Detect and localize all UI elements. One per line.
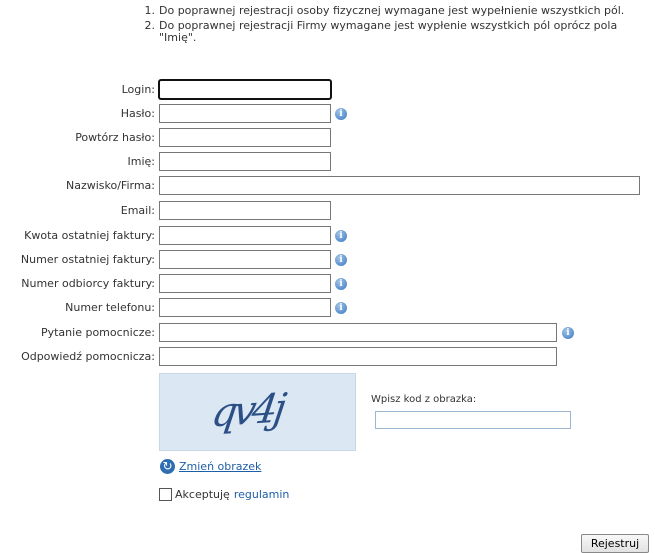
info-icon[interactable]: i xyxy=(335,278,347,290)
accept-text: Akceptuję xyxy=(175,488,230,501)
password-input[interactable] xyxy=(159,104,331,123)
last-name-company-input[interactable] xyxy=(159,176,640,195)
last-name-company-label: Nazwisko/Firma: xyxy=(65,179,155,192)
note-text: Do poprawnej rejestracji Firmy wymagane … xyxy=(159,19,618,44)
accept-checkbox[interactable] xyxy=(159,488,172,501)
refresh-icon[interactable]: ↻ xyxy=(160,459,175,474)
last-invoice-number-label: Numer ostatniej faktury: xyxy=(20,253,155,266)
captcha-input[interactable] xyxy=(375,411,571,429)
note-text: Do poprawnej rejestracji osoby fizycznej… xyxy=(159,4,625,17)
accept-terms: Akceptuję regulamin xyxy=(159,488,289,501)
password-label: Hasło: xyxy=(120,107,155,120)
password-repeat-input[interactable] xyxy=(159,128,331,147)
email-input[interactable] xyxy=(159,201,331,220)
password-repeat-label: Powtórz hasło: xyxy=(75,131,155,144)
captcha-image: qv4j xyxy=(159,373,356,451)
first-name-label: Imię: xyxy=(127,155,156,168)
note-item: 2. Do poprawnej rejestracji Firmy wymaga… xyxy=(137,20,652,44)
security-question-input[interactable] xyxy=(159,323,557,342)
captcha-prompt: Wpisz kod z obrazka: xyxy=(371,394,477,405)
change-image-link[interactable]: Zmień obrazek xyxy=(179,460,261,473)
login-label: Login: xyxy=(121,83,155,96)
login-label-wrap: Login: xyxy=(0,80,155,99)
terms-link[interactable]: regulamin xyxy=(234,488,290,501)
security-question-label: Pytanie pomocnicze: xyxy=(40,326,155,339)
login-input[interactable] xyxy=(159,80,331,99)
info-icon[interactable]: i xyxy=(335,230,347,242)
last-invoice-amount-input[interactable] xyxy=(159,226,331,245)
first-name-input[interactable] xyxy=(159,152,331,171)
change-image-control[interactable]: ↻ Zmień obrazek xyxy=(160,459,261,474)
note-item: 1. Do poprawnej rejestracji osoby fizycz… xyxy=(137,5,652,17)
registration-notes: 1. Do poprawnej rejestracji osoby fizycz… xyxy=(137,5,652,47)
security-answer-label: Odpowiedź pomocnicza: xyxy=(21,350,155,363)
info-icon[interactable]: i xyxy=(335,302,347,314)
invoice-recipient-number-label: Numer odbiorcy faktury: xyxy=(21,277,155,290)
email-label: Email: xyxy=(120,204,155,217)
invoice-recipient-number-input[interactable] xyxy=(159,274,331,293)
register-button[interactable]: Rejestruj xyxy=(581,534,649,553)
info-icon[interactable]: i xyxy=(335,108,347,120)
phone-label: Numer telefonu: xyxy=(65,301,155,314)
phone-input[interactable] xyxy=(159,298,331,317)
info-icon[interactable]: i xyxy=(335,254,347,266)
last-invoice-number-input[interactable] xyxy=(159,250,331,269)
security-answer-input[interactable] xyxy=(159,347,557,366)
last-invoice-amount-label: Kwota ostatniej faktury: xyxy=(24,229,155,242)
info-icon[interactable]: i xyxy=(562,327,574,339)
captcha-text: qv4j xyxy=(208,385,286,437)
